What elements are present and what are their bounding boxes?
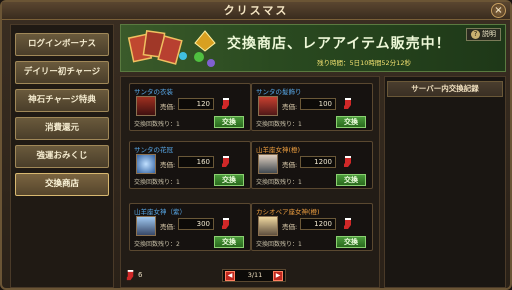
exchange-button[interactable]: 交換 [214,236,244,248]
sidebar-item-exchange-shop[interactable]: 交換商店 [15,173,109,196]
price-value: 300 [178,218,214,230]
stocking-icon [344,98,351,109]
item-card: サンタの衣装 売価: 120 交換回数残り：1 交換 [129,83,251,131]
item-card: カシオペア座女神(橙) 売価: 1200 交換回数残り：1 交換 [251,203,373,251]
item-card: 山羊座女神（紫） 売価: 300 交換回数残り：2 交換 [129,203,251,251]
title-bar: クリスマス × [2,2,510,20]
help-button[interactable]: ? 説明 [466,28,501,41]
price-value: 1200 [300,218,336,230]
stocking-icon [222,218,229,229]
item-name: サンタの衣装 [134,88,173,96]
stocking-icon [222,98,229,109]
price-value: 1200 [300,156,336,168]
item-thumbnail[interactable] [136,216,156,236]
footer-bar: 6 ◀ 3/11 ▶ [120,266,380,286]
exchange-button[interactable]: 交換 [336,116,366,128]
prev-page-button[interactable]: ◀ [225,271,235,281]
next-page-button[interactable]: ▶ [273,271,283,281]
stocking-icon [126,270,134,281]
banner-title: 交換商店、レアアイテム販売中！ [227,36,451,52]
price-label: 売価: [160,223,176,231]
item-thumbnail[interactable] [258,96,278,116]
sidebar-item-login-bonus[interactable]: ログインボーナス [15,33,109,56]
item-thumbnail[interactable] [136,154,156,174]
exchange-log-header: サーバー内交換記録 [387,81,503,97]
item-card: サンタの花冠 売価: 160 交換回数残り：1 交換 [129,141,251,189]
crystal-icon [194,30,216,67]
gift-cards-icon [127,30,187,65]
price-value: 100 [300,98,336,110]
remaining-count: 交換回数残り：1 [134,179,180,186]
item-card: 山羊座女神(橙) 売価: 1200 交換回数残り：1 交換 [251,141,373,189]
banner-countdown: 残り時間：5日10時間52分12秒 [317,59,411,67]
stocking-count: 6 [138,271,143,279]
remaining-count: 交換回数残り：1 [134,121,180,128]
price-value: 160 [178,156,214,168]
help-icon: ? [471,30,480,39]
sidebar: ログインボーナス デイリー初チャージ 神石チャージ特典 消費還元 強運おみくじ … [10,24,114,288]
price-label: 売価: [282,161,298,169]
item-name: サンタの髪飾り [256,88,302,96]
exchange-button[interactable]: 交換 [336,236,366,248]
item-name: サンタの花冠 [134,146,173,154]
price-label: 売価: [282,103,298,111]
exchange-button[interactable]: 交換 [214,174,244,186]
event-banner: 交換商店、レアアイテム販売中！ 残り時間：5日10時間52分12秒 ? 説明 [120,24,506,72]
stocking-icon [344,156,351,167]
item-thumbnail[interactable] [258,216,278,236]
item-thumbnail[interactable] [258,154,278,174]
sidebar-item-stone-charge[interactable]: 神石チャージ特典 [15,89,109,112]
price-label: 売価: [160,103,176,111]
sidebar-item-spend-return[interactable]: 消費還元 [15,117,109,140]
page-indicator: 3/11 [247,271,263,279]
price-label: 売価: [160,161,176,169]
remaining-count: 交換回数残り：2 [134,241,180,248]
exchange-button[interactable]: 交換 [214,116,244,128]
remaining-count: 交換回数残り：1 [256,121,302,128]
stocking-icon [344,218,351,229]
pager: ◀ 3/11 ▶ [222,269,286,282]
item-grid: サンタの衣装 売価: 120 交換回数残り：1 交換 サンタの髪飾り 売価: 1… [120,76,380,288]
stocking-icon [222,156,229,167]
close-button[interactable]: × [491,3,506,18]
sidebar-item-daily-charge[interactable]: デイリー初チャージ [15,61,109,84]
item-name: 山羊座女神(橙) [256,146,301,154]
christmas-event-window: クリスマス × ログインボーナス デイリー初チャージ 神石チャージ特典 消費還元… [0,0,512,290]
item-thumbnail[interactable] [136,96,156,116]
item-name: カシオペア座女神(橙) [256,208,320,216]
exchange-log-panel: サーバー内交換記録 [384,76,506,288]
sidebar-item-lucky-draw[interactable]: 強運おみくじ [15,145,109,168]
window-title: クリスマス [223,4,289,17]
remaining-count: 交換回数残り：1 [256,179,302,186]
price-value: 120 [178,98,214,110]
item-name: 山羊座女神（紫） [134,208,186,216]
remaining-count: 交換回数残り：1 [256,241,302,248]
help-label: 説明 [482,30,496,38]
price-label: 売価: [282,223,298,231]
item-card: サンタの髪飾り 売価: 100 交換回数残り：1 交換 [251,83,373,131]
exchange-button[interactable]: 交換 [336,174,366,186]
